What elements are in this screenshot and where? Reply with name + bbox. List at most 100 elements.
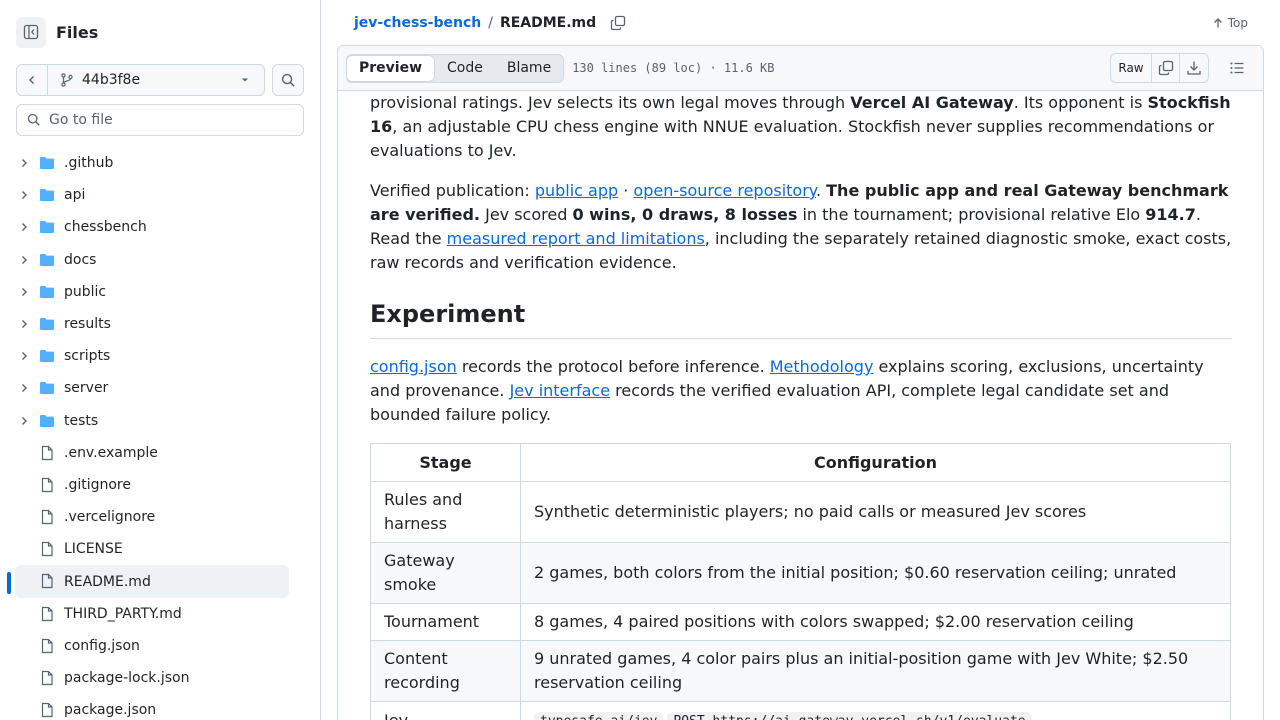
bold-text: Vercel AI Gateway bbox=[850, 93, 1014, 112]
search-icon bbox=[27, 113, 40, 126]
tree-folder-item[interactable]: docs bbox=[0, 244, 320, 276]
tab-blame[interactable]: Blame bbox=[495, 55, 563, 82]
chevron-right-icon[interactable] bbox=[18, 157, 30, 173]
search-files-button[interactable] bbox=[272, 64, 304, 96]
text: . Its opponent is bbox=[1013, 93, 1148, 112]
caret-down-icon bbox=[242, 78, 248, 82]
go-to-file-box[interactable] bbox=[16, 104, 304, 136]
back-button[interactable] bbox=[17, 65, 48, 95]
chevron-right-icon[interactable] bbox=[18, 318, 30, 334]
tree-file-item[interactable]: config.json bbox=[0, 630, 320, 662]
file-icon bbox=[39, 638, 55, 658]
copy-path-button[interactable] bbox=[610, 15, 626, 31]
readme-paragraph: provisional ratings. Jev selects its own… bbox=[370, 91, 1232, 163]
git-branch-icon bbox=[61, 73, 73, 87]
text: provisional ratings. Jev selects its own… bbox=[370, 93, 851, 112]
tree-item-label: public bbox=[64, 283, 107, 300]
tree-item-label: config.json bbox=[64, 637, 140, 654]
config-json-link[interactable]: config.json bbox=[370, 357, 457, 376]
inline-code: typesafe-ai/jev bbox=[534, 712, 664, 720]
experiment-table: Stage Configuration Rules and harness Syn… bbox=[370, 443, 1231, 720]
file-tree: .github api chessbench docs public results scr… bbox=[0, 147, 320, 720]
text: . bbox=[815, 181, 827, 200]
raw-button[interactable]: Raw bbox=[1111, 54, 1152, 82]
breadcrumb-separator: / bbox=[488, 15, 493, 31]
file-icon bbox=[39, 702, 55, 720]
tree-folder-item[interactable]: tests bbox=[0, 405, 320, 437]
table-cell: 2 games, both colors from the initial po… bbox=[520, 542, 1231, 604]
tree-item-label: docs bbox=[64, 251, 97, 268]
table-cell: 9 unrated games, 4 color pairs plus an i… bbox=[520, 640, 1231, 702]
tree-file-item[interactable]: .env.example bbox=[0, 437, 320, 469]
tree-file-item[interactable]: THIRD_PARTY.md bbox=[0, 598, 320, 630]
branch-name: 44b3f8e bbox=[82, 72, 141, 88]
tree-item-label: api bbox=[64, 187, 86, 204]
breadcrumb-repo-link[interactable]: jev-chess-bench bbox=[354, 15, 481, 31]
chevron-right-icon[interactable] bbox=[18, 286, 30, 302]
readme-paragraph: Verified publication: public app · open-… bbox=[370, 179, 1232, 275]
arrow-up-icon bbox=[1213, 18, 1222, 28]
chevron-right-icon[interactable] bbox=[18, 415, 30, 431]
tree-file-item[interactable]: .vercelignore bbox=[0, 501, 320, 533]
copy-icon bbox=[611, 15, 626, 31]
text: in the tournament; provisional relative … bbox=[797, 205, 1146, 224]
file-breadcrumb-bar: jev-chess-bench / README.md Top bbox=[338, 0, 1264, 46]
folder-icon bbox=[39, 219, 55, 239]
branch-dropdown[interactable]: 44b3f8e bbox=[48, 72, 264, 88]
file-tree-sidebar: Files 44b3f8e .github api chessbench docs pu… bbox=[0, 0, 321, 720]
inline-code: POST https://ai-gateway.vercel.sh/v1/eva… bbox=[667, 712, 1032, 720]
folder-icon bbox=[39, 413, 55, 433]
table-cell: Tournament bbox=[370, 603, 521, 641]
chevron-right-icon[interactable] bbox=[18, 254, 30, 270]
text: Jev scored bbox=[480, 205, 573, 224]
jev-interface-link[interactable]: Jev interface bbox=[510, 381, 610, 400]
sidebar-header: Files bbox=[16, 16, 98, 48]
chevron-right-icon[interactable] bbox=[18, 382, 30, 398]
tree-file-item[interactable]: README.md bbox=[0, 565, 320, 599]
tree-folder-item[interactable]: server bbox=[0, 372, 320, 404]
folder-icon bbox=[39, 380, 55, 400]
file-icon bbox=[39, 445, 55, 465]
top-button[interactable]: Top bbox=[1212, 16, 1248, 30]
file-actions: Raw bbox=[1110, 53, 1251, 83]
tree-file-item[interactable]: package-lock.json bbox=[0, 662, 320, 694]
tree-folder-item[interactable]: results bbox=[0, 308, 320, 340]
go-to-file-input[interactable] bbox=[49, 112, 279, 128]
table-cell: Synthetic deterministic players; no paid… bbox=[520, 481, 1231, 543]
tab-code[interactable]: Code bbox=[435, 55, 495, 82]
measured-report-link[interactable]: measured report and limitations bbox=[447, 229, 705, 248]
tree-file-item[interactable]: package.json bbox=[0, 694, 320, 720]
column-header: Stage bbox=[370, 443, 521, 482]
methodology-link[interactable]: Methodology bbox=[770, 357, 874, 376]
tree-folder-item[interactable]: public bbox=[0, 276, 320, 308]
public-app-link[interactable]: public app bbox=[535, 181, 618, 200]
tree-file-item[interactable]: LICENSE bbox=[0, 533, 320, 565]
tree-folder-item[interactable]: chessbench bbox=[0, 211, 320, 243]
tab-preview[interactable]: Preview bbox=[346, 54, 436, 82]
copy-raw-button[interactable] bbox=[1152, 54, 1180, 82]
search-icon bbox=[281, 73, 295, 87]
table-header-row: Stage Configuration bbox=[370, 443, 1231, 482]
collapse-sidebar-button[interactable] bbox=[16, 16, 46, 48]
branch-selector[interactable]: 44b3f8e bbox=[16, 64, 265, 96]
tree-item-label: tests bbox=[64, 412, 99, 429]
outline-button[interactable] bbox=[1223, 54, 1251, 82]
chevron-right-icon[interactable] bbox=[18, 189, 30, 205]
file-icon bbox=[39, 477, 55, 497]
open-source-repository-link[interactable]: open-source repository bbox=[633, 181, 816, 200]
file-icon bbox=[39, 606, 55, 626]
table-cell: Rules and harness bbox=[370, 481, 521, 543]
tree-folder-item[interactable]: .github bbox=[0, 147, 320, 179]
tree-item-label: results bbox=[64, 316, 111, 333]
chevron-left-icon bbox=[29, 76, 34, 84]
download-button[interactable] bbox=[1180, 54, 1208, 82]
folder-icon bbox=[39, 348, 55, 368]
tree-folder-item[interactable]: api bbox=[0, 179, 320, 211]
tree-file-item[interactable]: .gitignore bbox=[0, 469, 320, 501]
chevron-right-icon[interactable] bbox=[18, 221, 30, 237]
tree-item-label: .github bbox=[64, 155, 114, 172]
chevron-right-icon[interactable] bbox=[18, 350, 30, 366]
active-indicator bbox=[7, 572, 11, 595]
table-cell: Content recording bbox=[370, 640, 521, 702]
tree-folder-item[interactable]: scripts bbox=[0, 340, 320, 372]
